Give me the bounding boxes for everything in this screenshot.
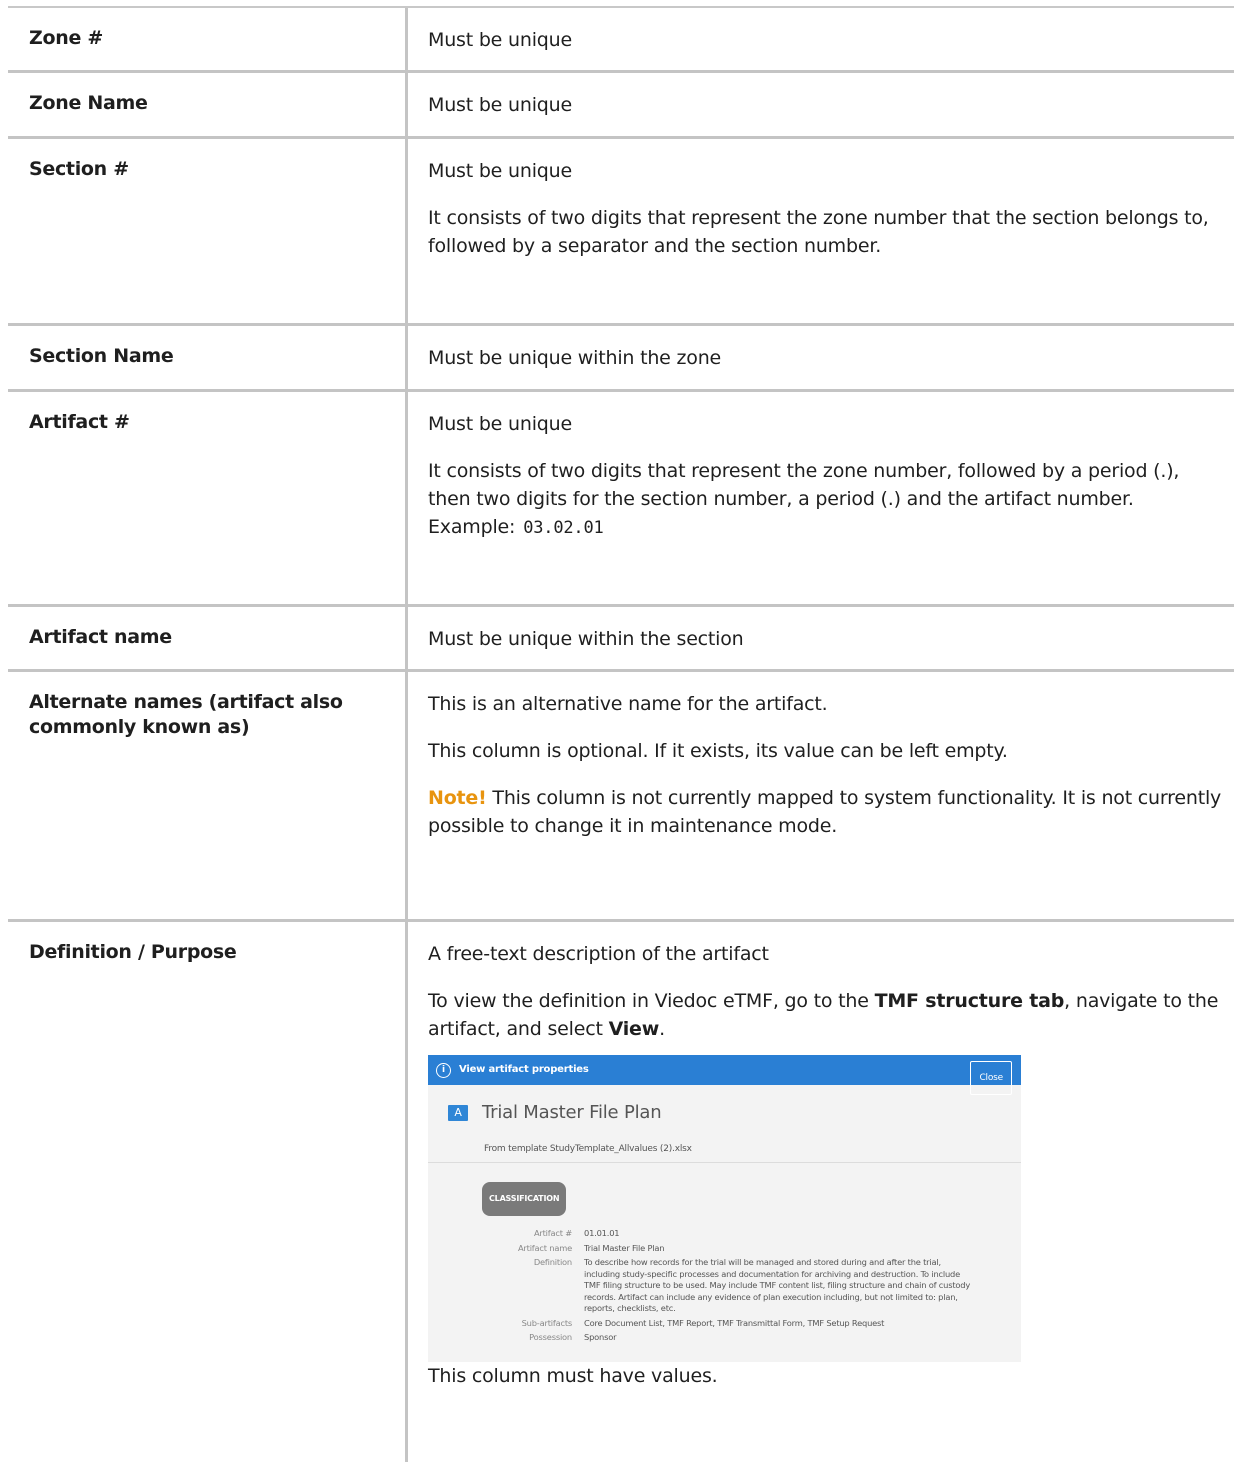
table-row: Section Name Must be unique within the z… [8, 326, 1234, 392]
row-label: Zone # [8, 8, 408, 70]
property-row: Artifact name Trial Master File Plan [428, 1243, 1021, 1255]
description-text: Must be unique within the section [428, 628, 744, 650]
info-icon: i [436, 1062, 451, 1078]
property-key: Definition [533, 1257, 572, 1267]
description-text: Must be unique [428, 94, 572, 116]
row-description: Must be unique within the section [408, 607, 1234, 669]
row-description: Must be unique [408, 8, 1234, 70]
note-text: This column is not currently mapped to s… [428, 787, 1222, 837]
dialog-title: View artifact properties [459, 1064, 589, 1075]
property-key: Artifact name [517, 1242, 572, 1253]
row-label: Section # [8, 139, 408, 323]
classification-badge: CLASSIFICATION [482, 1182, 567, 1216]
description-text: It consists of two digits that represent… [428, 457, 1222, 542]
row-description: Must be unique within the zone [408, 326, 1234, 389]
property-row: Possession Sponsor [428, 1332, 1021, 1344]
row-label: Alternate names (artifact also commonly … [8, 672, 408, 919]
dialog-header: i View artifact properties Close [428, 1055, 1021, 1095]
row-label: Zone Name [8, 73, 408, 136]
row-description: Must be unique [408, 73, 1234, 136]
artifact-header: A Trial Master File Plan From template S… [428, 1085, 1021, 1163]
row-label: Artifact # [8, 392, 408, 604]
row-label: Definition / Purpose [8, 922, 408, 1462]
property-row: Artifact # 01.01.01 [428, 1228, 1021, 1240]
property-value: Sponsor [584, 1332, 617, 1342]
folder-icon: A [448, 1105, 468, 1121]
property-key: Possession [529, 1332, 572, 1342]
row-description: A free-text description of the artifact … [408, 922, 1234, 1462]
artifact-properties-screenshot: i View artifact properties Close A Trial… [428, 1055, 1021, 1362]
view-ref: View [608, 1018, 660, 1040]
property-row: Sub-artifacts Core Document List, TMF Rep… [428, 1318, 1021, 1330]
note-label: Note! [428, 787, 487, 809]
description-text: Must be unique within the zone [428, 347, 722, 369]
row-label: Section Name [8, 326, 408, 389]
property-key: Artifact # [533, 1228, 572, 1238]
template-source: From template StudyTemplate_Allvalues (2… [484, 1144, 692, 1154]
table-row: Artifact name Must be unique within the … [8, 607, 1234, 672]
description-text: This is an alternative name for the arti… [428, 693, 828, 715]
description-text: This column must have values. [428, 1365, 718, 1387]
property-value: Core Document List, TMF Report, TMF Tran… [584, 1317, 885, 1328]
table-row: Section # Must be unique It consists of … [8, 139, 1234, 326]
table-row: Definition / Purpose A free-text descrip… [8, 922, 1234, 1462]
table-row: Artifact # Must be unique It consists of… [8, 392, 1234, 607]
property-value: To describe how records for the trial wi… [584, 1257, 971, 1313]
artifact-title: Trial Master File Plan [482, 1102, 662, 1123]
definitions-table: Zone # Must be unique Zone Name Must be … [8, 6, 1234, 1463]
note-paragraph: Note! This column is not currently mappe… [428, 784, 1222, 840]
description-text: Must be unique [428, 413, 572, 435]
property-key: Sub-artifacts [521, 1317, 573, 1328]
description-text: It consists of two digits that represent… [428, 207, 1209, 257]
description-text: Must be unique [428, 29, 572, 51]
instruction-text: . [659, 1018, 665, 1040]
row-label: Artifact name [8, 607, 408, 669]
property-value: 01.01.01 [584, 1228, 620, 1238]
row-description: This is an alternative name for the arti… [408, 672, 1234, 919]
property-value: Trial Master File Plan [584, 1242, 665, 1253]
instruction-text: To view the definition in Viedoc eTMF, g… [428, 990, 875, 1012]
table-row: Zone Name Must be unique [8, 73, 1234, 139]
description-text: This column is optional. If it exists, i… [428, 740, 1008, 762]
description-text: A free-text description of the artifact [428, 943, 769, 965]
tmf-structure-tab-ref: TMF structure tab [874, 990, 1065, 1012]
view-instructions: To view the definition in Viedoc eTMF, g… [428, 987, 1222, 1043]
example-code: 03.02.01 [523, 518, 604, 538]
close-button: Close [970, 1061, 1012, 1095]
property-row: Definition To describe how records for th… [428, 1257, 1021, 1315]
properties-list: Artifact # 01.01.01 Artifact name Trial Ma… [428, 1228, 1021, 1344]
row-description: Must be unique It consists of two digits… [408, 139, 1234, 323]
table-row: Zone # Must be unique [8, 8, 1234, 73]
table-row: Alternate names (artifact also commonly … [8, 672, 1234, 922]
description-text: Must be unique [428, 160, 572, 182]
row-description: Must be unique It consists of two digits… [408, 392, 1234, 604]
